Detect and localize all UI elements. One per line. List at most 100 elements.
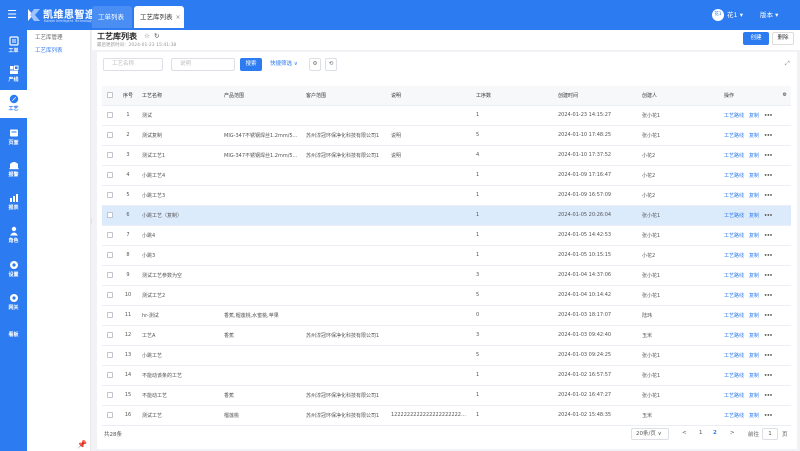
more-icon[interactable]: ••• [764,193,773,199]
process-route-link[interactable]: 工艺路线 [724,133,744,139]
row-checkbox[interactable] [102,205,118,226]
table-row[interactable]: 5 小跳工艺3 1 2024-01-09 16:57:09 小花2 工艺路线 复制 ••• [102,185,791,206]
settings-icon[interactable]: ⚙ [309,58,321,71]
table-row[interactable]: 1 测试 1 2024-01-23 14:15:27 张小花1 工艺路线 复制 ••• [102,105,791,126]
menu-toggle-icon[interactable]: ☰ [4,8,20,22]
process-route-link[interactable]: 工艺路线 [724,113,744,119]
copy-link[interactable]: 复制 [749,413,759,419]
row-checkbox[interactable] [102,165,118,186]
more-icon[interactable]: ••• [764,353,773,359]
nav-item-dashboard[interactable]: 看板 [0,326,27,354]
nav-item-report[interactable]: 报表 [0,189,27,217]
process-route-link[interactable]: 工艺路线 [724,273,744,279]
more-icon[interactable]: ••• [764,273,773,279]
more-icon[interactable]: ••• [764,233,773,239]
process-route-link[interactable]: 工艺路线 [724,333,744,339]
more-icon[interactable]: ••• [764,133,773,139]
table-row[interactable]: 16 测试工艺 榴莲桃 苏州淳冠环保净化科技有限公司1 1222222222222222… [102,405,791,426]
nav-item-page[interactable]: 页面 [0,124,27,152]
table-row[interactable]: 13 小跳工艺 5 2024-01-03 09:24:25 张小花1 工艺路线 复制 ••• [102,345,791,366]
tab-workorder-list[interactable]: 工单列表 [92,6,132,28]
more-icon[interactable]: ••• [764,113,773,119]
table-row[interactable]: 8 小跳3 1 2024-01-05 10:15:15 小花2 工艺路线 复制 ••• [102,245,791,266]
copy-link[interactable]: 复制 [749,253,759,259]
row-checkbox[interactable] [102,365,118,386]
search-button[interactable]: 搜索 [240,58,262,71]
row-checkbox[interactable] [102,285,118,306]
more-icon[interactable]: ••• [764,333,773,339]
more-icon[interactable]: ••• [764,253,773,259]
copy-link[interactable]: 复制 [749,393,759,399]
pin-icon[interactable]: 📌 [77,440,87,449]
copy-link[interactable]: 复制 [749,333,759,339]
sub-nav-item-process-management[interactable]: 工艺库管理 [35,33,63,41]
select-all-checkbox[interactable] [102,86,118,106]
row-checkbox[interactable] [102,265,118,286]
row-checkbox[interactable] [102,345,118,366]
column-settings-icon[interactable]: ⚙ [783,92,787,98]
copy-link[interactable]: 复制 [749,153,759,159]
tab-process-library-list[interactable]: 工艺库列表 × [134,6,184,28]
fullscreen-icon[interactable]: ⤢ [785,60,790,68]
more-icon[interactable]: ••• [764,373,773,379]
copy-link[interactable]: 复制 [749,373,759,379]
nav-item-production-line[interactable]: 产线 [0,61,27,89]
copy-link[interactable]: 复制 [749,173,759,179]
table-row[interactable]: 11 hr-测试 香蕉,榴莲桃,水蜜桃,苹果 0 2024-01-03 18:17:07… [102,305,791,326]
page-2[interactable]: 2 [713,430,717,436]
reset-icon[interactable]: ⟲ [325,58,337,71]
nav-item-workorder[interactable]: 工单 [0,32,27,60]
nav-item-role[interactable]: 角色 [0,222,27,250]
nav-item-process[interactable]: 工艺 [0,90,27,118]
refresh-icon[interactable]: ↻ [154,32,159,40]
nav-item-settings[interactable]: 设置 [0,256,27,284]
copy-link[interactable]: 复制 [749,233,759,239]
nav-item-alarm[interactable]: 报警 [0,156,27,184]
row-checkbox[interactable] [102,305,118,326]
copy-link[interactable]: 复制 [749,273,759,279]
more-icon[interactable]: ••• [764,173,773,179]
row-checkbox[interactable] [102,105,118,126]
table-row[interactable]: 3 测试工艺1 MIG-347不锈钢焊丝1.2mm/5... 苏州淳冠环保净化科技有限… [102,145,791,166]
description-input[interactable]: 说明 [171,58,235,71]
sub-nav-item-process-library-list[interactable]: 工艺库列表 [35,46,63,54]
copy-link[interactable]: 复制 [749,213,759,219]
row-checkbox[interactable] [102,245,118,266]
process-route-link[interactable]: 工艺路线 [724,373,744,379]
table-row[interactable]: 10 测试工艺2 5 2024-01-04 10:14:42 张小花1 工艺路线 复制 ••• [102,285,791,306]
table-row[interactable]: 15 不能动工艺 香蕉 苏州淳冠环保净化科技有限公司1 1 2024-01-02 16:4… [102,385,791,406]
copy-link[interactable]: 复制 [749,193,759,199]
process-route-link[interactable]: 工艺路线 [724,293,744,299]
user-menu[interactable]: 花1 花1 ▾ [712,7,743,23]
quick-filter-dropdown[interactable]: 快捷筛选 ∨ [270,58,298,71]
more-icon[interactable]: ••• [764,213,773,219]
row-checkbox[interactable] [102,405,118,426]
page-size-select[interactable]: 20条/页 ∨ [631,428,669,440]
delete-button[interactable]: 删除 [772,32,794,45]
copy-link[interactable]: 复制 [749,313,759,319]
close-icon[interactable]: × [176,14,181,21]
prev-page-button[interactable]: < [682,430,687,436]
process-route-link[interactable]: 工艺路线 [724,233,744,239]
process-route-link[interactable]: 工艺路线 [724,313,744,319]
row-checkbox[interactable] [102,125,118,146]
more-icon[interactable]: ••• [764,153,773,159]
next-page-button[interactable]: > [730,430,735,436]
row-checkbox[interactable] [102,385,118,406]
process-route-link[interactable]: 工艺路线 [724,173,744,179]
row-checkbox[interactable] [102,185,118,206]
table-row[interactable]: 14 不能动该条的工艺 1 2024-01-02 16:57:57 张小花1 工艺路线 复制… [102,365,791,386]
more-icon[interactable]: ••• [764,313,773,319]
process-route-link[interactable]: 工艺路线 [724,213,744,219]
star-icon[interactable]: ☆ [144,32,150,40]
table-row[interactable]: 6 小跳工艺（复制） 1 2024-01-05 20:26:04 张小花1 工艺路线 复制 •… [102,205,791,226]
copy-link[interactable]: 复制 [749,353,759,359]
copy-link[interactable]: 复制 [749,113,759,119]
create-button[interactable]: 创建 [743,32,769,45]
table-row[interactable]: 2 测试复制 MIG-347不锈钢焊丝1.2mm/5... 苏州淳冠环保净化科技有限公… [102,125,791,146]
page-1[interactable]: 1 [699,430,703,436]
table-row[interactable]: 4 小跳工艺4 1 2024-01-09 17:16:47 小花2 工艺路线 复制 ••• [102,165,791,186]
copy-link[interactable]: 复制 [749,133,759,139]
version-menu[interactable]: 版本 ▾ [760,7,778,23]
process-route-link[interactable]: 工艺路线 [724,193,744,199]
